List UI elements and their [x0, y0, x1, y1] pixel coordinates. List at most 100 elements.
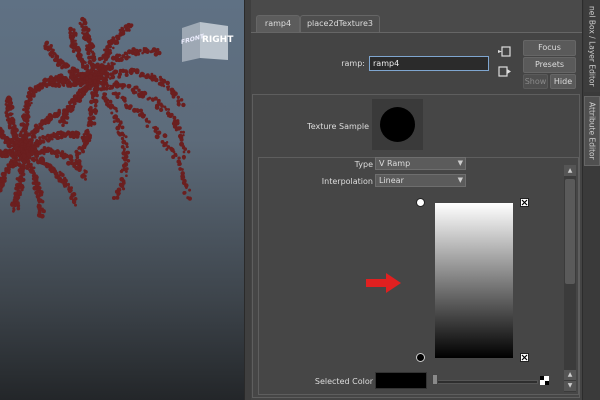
scroll-up-button[interactable]: ▲: [564, 370, 576, 380]
particle: [156, 130, 162, 135]
chevron-down-icon: ▼: [457, 176, 463, 184]
particle: [150, 72, 154, 76]
particle: [111, 62, 115, 66]
scroll-down-button[interactable]: ▼: [564, 381, 576, 391]
particle: [142, 91, 148, 96]
delete-entry-icon[interactable]: [520, 353, 529, 362]
particle: [176, 102, 181, 107]
hide-button[interactable]: Hide: [550, 74, 576, 89]
particle: [118, 28, 122, 32]
particle: [183, 147, 188, 151]
scroll-up-button[interactable]: ▲: [564, 165, 576, 176]
color-slider-track[interactable]: [434, 380, 538, 384]
particle: [84, 64, 90, 69]
particle: [129, 72, 133, 76]
tab-ramp4[interactable]: ramp4: [256, 15, 300, 32]
particle: [78, 166, 82, 170]
particle: [129, 23, 134, 28]
particle: [167, 108, 171, 111]
particle: [50, 137, 54, 141]
particle: [177, 156, 181, 160]
particle: [71, 199, 77, 205]
particle: [166, 145, 171, 149]
scrollbar[interactable]: ▲ ▲ ▼: [564, 165, 576, 392]
particle: [94, 111, 98, 115]
particle: [13, 151, 18, 156]
ramp-handle-black[interactable]: [416, 353, 425, 362]
particle: [123, 69, 127, 73]
color-slider-handle[interactable]: [432, 374, 438, 385]
side-tab-bar: nel Box / Layer Editor Attribute Editor: [582, 0, 600, 400]
particle: [48, 51, 53, 56]
particle: [22, 113, 26, 117]
show-button[interactable]: Show: [523, 74, 548, 89]
texture-sample-label: Texture Sample: [307, 122, 369, 131]
viewport-3d[interactable]: FRONT RIGHT: [0, 0, 244, 400]
particle: [179, 137, 184, 142]
output-connections-icon[interactable]: [498, 66, 512, 78]
particle: [154, 134, 160, 140]
map-texture-icon[interactable]: [540, 376, 549, 385]
particle: [181, 168, 184, 171]
particle: [18, 186, 21, 190]
interpolation-dropdown[interactable]: Linear ▼: [375, 174, 466, 187]
particle: [25, 159, 31, 164]
particle: [54, 153, 60, 159]
particle: [25, 164, 30, 169]
delete-entry-icon[interactable]: [520, 198, 529, 207]
particle: [34, 153, 40, 159]
particle: [60, 173, 65, 177]
particle: [61, 153, 67, 158]
input-connections-icon[interactable]: [498, 46, 512, 58]
particle: [77, 147, 81, 150]
node-name-field[interactable]: ramp4: [369, 56, 489, 71]
tab-attribute-editor[interactable]: Attribute Editor: [584, 96, 600, 166]
type-dropdown[interactable]: V Ramp ▼: [375, 157, 466, 170]
particle: [144, 74, 149, 80]
ramp-handle-white[interactable]: [416, 198, 425, 207]
particle: [165, 140, 169, 144]
particle: [37, 210, 42, 215]
focus-button[interactable]: Focus: [523, 40, 576, 56]
tab-channel-box-layer-editor[interactable]: nel Box / Layer Editor: [584, 0, 600, 92]
particle: [93, 79, 97, 84]
particle: [118, 57, 124, 62]
particle: [176, 95, 181, 100]
presets-button[interactable]: Presets: [523, 57, 576, 73]
particle: [73, 67, 77, 71]
particle: [134, 68, 140, 74]
particle: [128, 104, 133, 109]
particle: [146, 97, 150, 101]
ramp-gradient[interactable]: [435, 203, 513, 358]
particle: [126, 70, 129, 74]
node-name-label: ramp:: [341, 59, 365, 68]
particle: [28, 95, 31, 98]
particle: [32, 159, 36, 163]
particle: [61, 123, 65, 128]
particle: [84, 135, 89, 141]
particle: [142, 72, 145, 76]
particle: [138, 48, 142, 53]
particle: [74, 203, 77, 207]
particle: [120, 125, 125, 130]
particle: [182, 134, 185, 137]
particle: [86, 28, 90, 32]
particle: [145, 48, 150, 54]
particle: [125, 174, 128, 178]
particle: [38, 139, 44, 145]
particle: [82, 64, 86, 68]
particle: [19, 193, 22, 197]
particle: [42, 152, 46, 156]
particle: [24, 99, 29, 105]
selected-color-swatch[interactable]: [375, 372, 427, 389]
particle: [25, 137, 29, 141]
particle: [118, 132, 122, 136]
view-cube[interactable]: FRONT RIGHT: [180, 20, 233, 64]
particle: [80, 16, 85, 22]
particle: [116, 34, 120, 39]
scrollbar-thumb[interactable]: [565, 179, 575, 284]
particle: [8, 167, 11, 171]
particle: [179, 130, 183, 134]
particle: [109, 45, 112, 49]
tab-place2dtexture3[interactable]: place2dTexture3: [300, 15, 380, 32]
